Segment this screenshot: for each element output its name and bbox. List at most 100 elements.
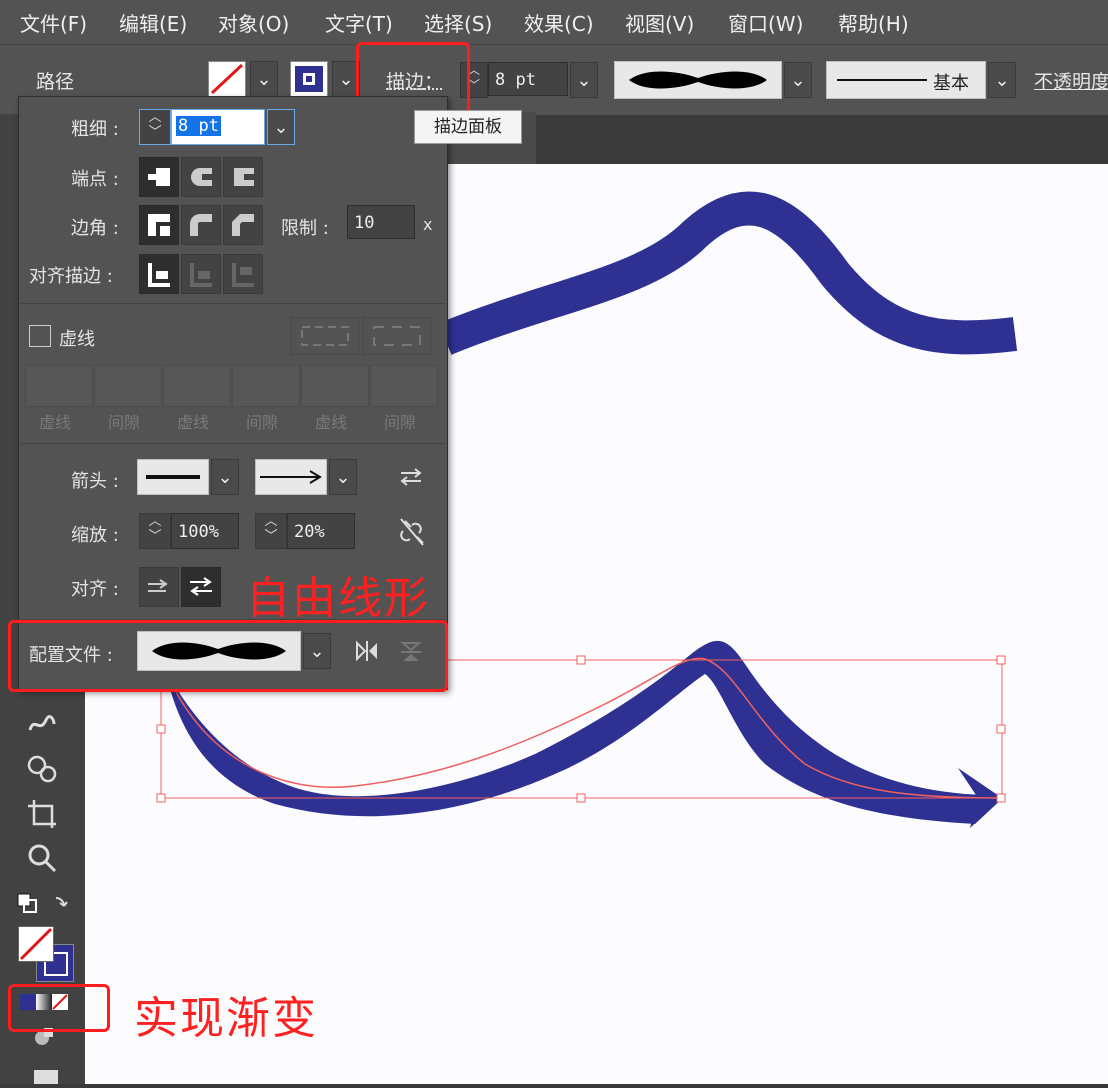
weight-input-value: 8 pt [176, 116, 221, 136]
start-scale-stepper[interactable]: ︿ ﹀ [139, 513, 171, 549]
width-profile-icon [629, 71, 767, 89]
unlink-scale-icon[interactable] [397, 517, 425, 547]
stroke-swatch[interactable] [290, 61, 328, 97]
dash-field-label: 虚线 [177, 413, 210, 432]
align-outside-button[interactable] [223, 254, 263, 294]
dash-field-3[interactable] [301, 365, 369, 407]
dash-preserve-button[interactable] [291, 317, 359, 355]
start-scale-input[interactable]: 100% [171, 513, 239, 549]
bevel-join-icon [232, 214, 254, 236]
fill-swatch[interactable] [208, 61, 246, 97]
gap-field-label: 间隙 [246, 413, 279, 432]
fill-dropdown-chevron-icon[interactable]: ⌄ [250, 61, 278, 97]
brush-chevron-icon[interactable]: ⌄ [988, 62, 1016, 98]
profile-highlight-box [8, 620, 448, 692]
stroke-weight-field[interactable]: 8 pt [488, 62, 568, 96]
artboard-tool-icon[interactable] [24, 796, 60, 832]
round-join-icon [190, 214, 212, 236]
dashed-checkbox[interactable] [29, 325, 51, 347]
none-fill-icon [19, 927, 53, 961]
dash-align-corners-icon [373, 326, 421, 346]
gap-field-3[interactable] [370, 365, 438, 407]
gap-field-label: 间隙 [384, 413, 417, 432]
cap-label: 端点 : [71, 169, 119, 190]
align-stroke-label: 对齐描边 : [29, 266, 113, 287]
align-stroke-center-icon [148, 263, 170, 287]
menu-window[interactable]: 窗口(W) [728, 8, 803, 37]
panel-divider [21, 443, 445, 444]
screen-mode-icon[interactable] [26, 1066, 62, 1084]
weight-label: 粗细 : [71, 119, 119, 140]
weight-input[interactable]: 8 pt [171, 109, 265, 145]
align-stroke-inside-icon [190, 263, 212, 287]
stroke-weight-chevron-icon[interactable]: ⌄ [570, 62, 598, 98]
zoom-icon[interactable] [24, 840, 60, 876]
width-profile-chevron-icon[interactable]: ⌄ [784, 62, 812, 98]
menu-edit[interactable]: 编辑(E) [119, 8, 187, 37]
dash-field-2[interactable] [163, 365, 231, 407]
align-stroke-outside-icon [232, 263, 254, 287]
round-join-button[interactable] [181, 205, 221, 245]
swap-arrowheads-icon[interactable] [397, 465, 425, 489]
panel-divider [21, 303, 445, 304]
end-arrowhead-select[interactable] [255, 459, 327, 495]
dash-field-label: 虚线 [315, 413, 348, 432]
weight-chevron-icon[interactable]: ⌄ [267, 109, 295, 145]
butt-cap-button[interactable] [139, 157, 179, 197]
weight-stepper[interactable]: ︿ ﹀ [139, 109, 171, 145]
width-profile-preview[interactable] [614, 61, 782, 99]
end-arrowhead-chevron-icon[interactable]: ⌄ [329, 459, 357, 495]
align-center-button[interactable] [139, 254, 179, 294]
butt-cap-icon [148, 168, 170, 186]
limit-unit: x [423, 215, 433, 234]
miter-join-icon [148, 214, 170, 236]
dash-field-label: 虚线 [39, 413, 72, 432]
projecting-cap-button[interactable] [223, 157, 263, 197]
start-arrowhead-chevron-icon[interactable]: ⌄ [211, 459, 239, 495]
align-inside-button[interactable] [181, 254, 221, 294]
arrow-place-button[interactable] [181, 567, 221, 607]
menu-object[interactable]: 对象(O) [218, 8, 289, 37]
arrowhead-icon [260, 470, 322, 484]
projecting-cap-icon [234, 168, 254, 186]
menu-help[interactable]: 帮助(H) [838, 8, 909, 37]
freeform-annotation: 自由线形 [246, 573, 430, 624]
brush-definition[interactable]: 基本 [826, 61, 986, 99]
menu-type[interactable]: 文字(T) [325, 8, 393, 37]
gap-field-2[interactable] [232, 365, 300, 407]
default-colors-icon[interactable] [16, 892, 68, 918]
start-arrowhead-select[interactable] [137, 459, 209, 495]
arrow-tip-extend-icon [148, 579, 168, 592]
shape-builder-icon[interactable] [24, 752, 60, 788]
menu-select[interactable]: 选择(S) [424, 8, 492, 37]
limit-input[interactable]: 10 [347, 205, 415, 239]
menu-file[interactable]: 文件(F) [20, 8, 87, 37]
arrow-tip-place-icon [190, 577, 212, 596]
arrowheads-label: 箭头 : [71, 471, 119, 492]
dash-gap-fields: 虚线 间隙 虚线 间隙 虚线 间隙 [25, 365, 443, 432]
puppet-warp-icon[interactable] [24, 706, 60, 742]
bevel-join-button[interactable] [223, 205, 263, 245]
dash-field-1[interactable] [25, 365, 93, 407]
arrow-extend-button[interactable] [139, 567, 179, 607]
gradient-annotation: 实现渐变 [134, 993, 318, 1044]
toolbar-fill-swatch[interactable] [18, 926, 54, 962]
none-fill-icon [210, 63, 244, 95]
menu-bar: 文件(F) 编辑(E) 对象(O) 文字(T) 选择(S) 效果(C) 视图(V… [0, 0, 1108, 44]
dash-align-button[interactable] [363, 317, 431, 355]
menu-view[interactable]: 视图(V) [625, 8, 694, 37]
dash-corner-preserve-icon [301, 326, 349, 346]
opacity-link[interactable]: 不透明度 [1034, 67, 1108, 94]
end-scale-stepper[interactable]: ︿ ﹀ [255, 513, 287, 549]
round-cap-button[interactable] [181, 157, 221, 197]
menu-effect[interactable]: 效果(C) [524, 8, 594, 37]
end-scale-input[interactable]: 20% [287, 513, 355, 549]
scale-label: 缩放 : [71, 525, 119, 546]
miter-join-button[interactable] [139, 205, 179, 245]
corner-label: 边角 : [71, 218, 119, 239]
gap-field-1[interactable] [94, 365, 162, 407]
tooltip: 描边面板 [414, 110, 522, 144]
limit-label: 限制 : [281, 218, 329, 239]
no-arrowhead-icon [146, 475, 200, 479]
arrow-align-label: 对齐 : [71, 579, 119, 600]
